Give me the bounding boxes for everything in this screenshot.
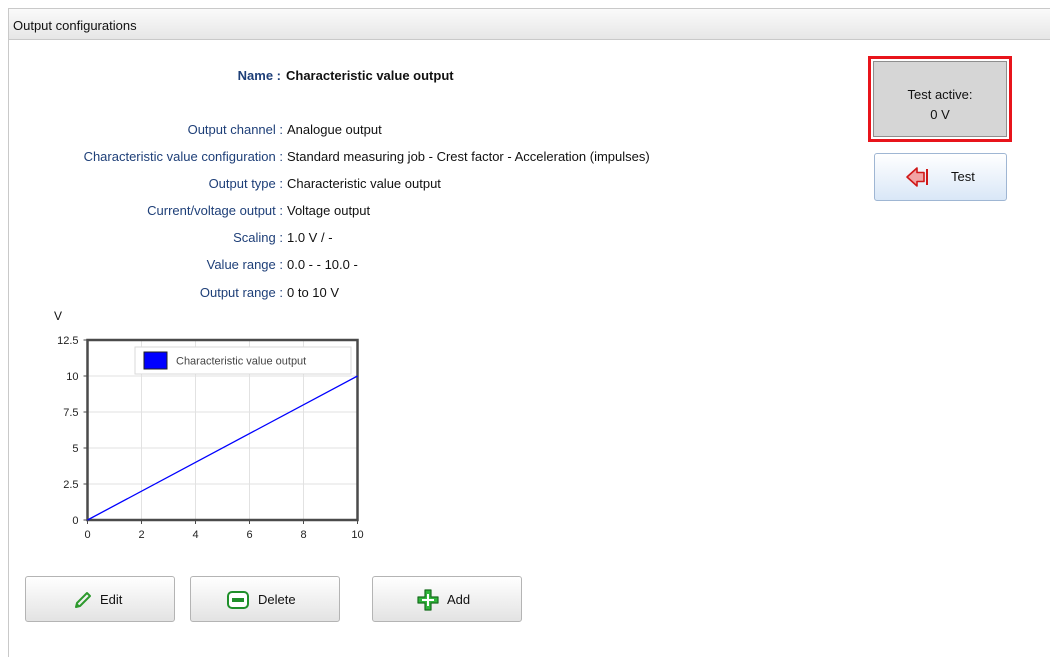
field-label-row: Output channel : (0, 122, 283, 138)
legend-swatch (143, 351, 168, 370)
scaling-value: 1.0 V / - (287, 230, 333, 245)
test-active-label: Test active: (907, 87, 973, 102)
panel-title: Output configurations (13, 18, 137, 33)
edit-button[interactable]: Edit (25, 576, 175, 622)
y-tick-label: 12.5 (57, 335, 78, 347)
plus-icon (417, 589, 439, 614)
characteristic-config-label: Characteristic value configuration : (83, 149, 283, 164)
y-axis-label: V (54, 309, 62, 323)
x-tick-label: 0 (84, 529, 90, 541)
y-tick-label: 5 (72, 443, 78, 455)
test-button-label: Test (951, 169, 975, 184)
value-range-label: Value range : (206, 257, 283, 272)
output-chart: 0 2.5 5 7.5 10 12.5 0 2 4 6 8 10 V Characteristic … (54, 309, 364, 541)
value-range-value: 0.0 - - 10.0 - (287, 257, 358, 272)
field-label-row: Current/voltage output : (0, 203, 283, 219)
output-range-label: Output range : (199, 285, 283, 300)
pencil-icon (73, 590, 93, 613)
back-arrow-icon (905, 166, 929, 191)
name-value: Characteristic value output (286, 68, 454, 83)
output-type-label: Output type : (208, 176, 283, 191)
scaling-label: Scaling : (233, 230, 283, 245)
x-tick-label: 2 (138, 529, 144, 541)
characteristic-config-value: Standard measuring job - Crest factor - … (287, 149, 650, 164)
name-label-row: Name : (0, 68, 281, 84)
y-tick-label: 7.5 (63, 407, 78, 419)
output-channel-label: Output channel : (187, 122, 283, 137)
panel-header: Output configurations (9, 9, 1050, 40)
x-tick-label: 10 (351, 529, 363, 541)
test-active-indicator: Test active: 0 V (868, 56, 1012, 142)
field-label-row: Value range : (0, 257, 283, 273)
x-tick-label: 6 (246, 529, 252, 541)
name-label: Name : (237, 68, 281, 83)
field-label-row: Output type : (0, 176, 283, 192)
edit-button-label: Edit (100, 592, 123, 607)
delete-button-label: Delete (258, 592, 296, 607)
y-tick-label: 10 (66, 371, 78, 383)
output-type-value: Characteristic value output (287, 176, 441, 191)
x-axis-ticks: 0 2 4 6 8 10 (84, 520, 364, 541)
output-range-value: 0 to 10 V (287, 285, 340, 300)
test-active-display: Test active: 0 V (873, 61, 1007, 137)
legend-label: Characteristic value output (176, 356, 306, 368)
test-button[interactable]: Test (874, 153, 1007, 201)
current-voltage-label: Current/voltage output : (147, 203, 283, 218)
y-tick-label: 0 (72, 515, 78, 527)
field-label-row: Scaling : (0, 230, 283, 246)
x-tick-label: 8 (300, 529, 306, 541)
field-label-row: Characteristic value configuration : (0, 149, 283, 165)
field-label-row: Output range : (0, 285, 283, 301)
add-button-label: Add (447, 592, 471, 607)
delete-button[interactable]: Delete (190, 576, 340, 622)
legend: Characteristic value output (134, 346, 352, 375)
test-active-value: 0 V (930, 107, 950, 122)
y-axis-ticks: 0 2.5 5 7.5 10 12.5 (57, 335, 88, 527)
x-tick-label: 4 (192, 529, 198, 541)
add-button[interactable]: Add (372, 576, 522, 622)
current-voltage-value: Voltage output (287, 203, 371, 218)
y-tick-label: 2.5 (63, 479, 78, 491)
minus-icon (227, 591, 249, 612)
output-channel-value: Analogue output (287, 122, 382, 137)
